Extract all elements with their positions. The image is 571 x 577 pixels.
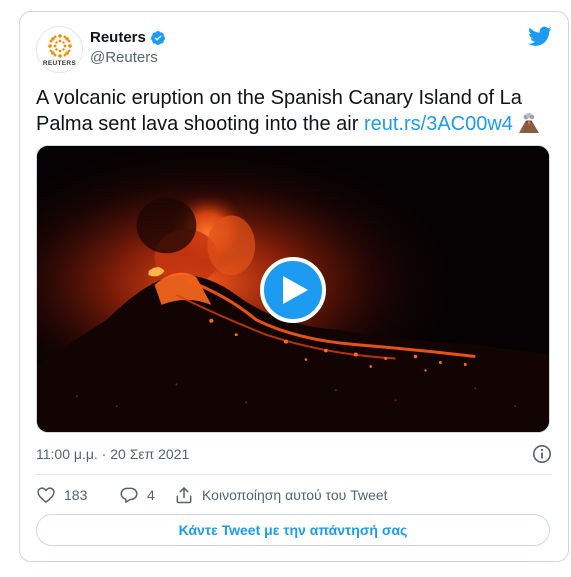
author-handle[interactable]: @Reuters bbox=[90, 48, 166, 68]
like-count: 183 bbox=[64, 487, 88, 503]
like-button[interactable]: 183 bbox=[36, 485, 119, 505]
volcano-emoji-icon bbox=[518, 112, 539, 133]
info-icon[interactable] bbox=[532, 444, 552, 464]
reply-count: 4 bbox=[147, 487, 155, 503]
verified-badge-icon bbox=[150, 31, 165, 45]
author-name[interactable]: Reuters bbox=[90, 28, 146, 48]
tweet-link[interactable]: reut.rs/3AC00w4 bbox=[364, 113, 513, 135]
avatar-wordmark: REUTERS bbox=[42, 59, 77, 67]
action-bar: 183 4 Κοινοποίηση αυτού του Tweet bbox=[36, 484, 388, 506]
author-block[interactable]: Reuters @Reuters bbox=[90, 28, 166, 68]
share-button[interactable]: Κοινοποίηση αυτού του Tweet bbox=[174, 485, 388, 505]
divider bbox=[36, 474, 552, 475]
reuters-logo-icon bbox=[47, 33, 72, 58]
reply-button[interactable]: 4 bbox=[119, 485, 174, 505]
tweet-timestamp[interactable]: 11:00 μ.μ. · 20 Σεπ 2021 bbox=[36, 444, 189, 464]
avatar[interactable]: REUTERS bbox=[36, 26, 83, 73]
twitter-bird-icon[interactable] bbox=[528, 24, 552, 48]
tweet-card[interactable]: REUTERS Reuters @Reuters A volcanic erup… bbox=[19, 11, 569, 562]
play-button[interactable] bbox=[260, 257, 326, 323]
play-icon bbox=[283, 276, 308, 304]
video-player[interactable] bbox=[36, 145, 550, 433]
tweet-text: A volcanic eruption on the Spanish Canar… bbox=[36, 85, 556, 137]
share-icon bbox=[176, 487, 192, 504]
reply-bubble-icon bbox=[120, 487, 138, 503]
share-label: Κοινοποίηση αυτού του Tweet bbox=[202, 487, 388, 503]
tweet-your-reply-button[interactable]: Κάντε Tweet με την απάντησή σας bbox=[36, 514, 550, 546]
heart-icon bbox=[37, 487, 55, 503]
